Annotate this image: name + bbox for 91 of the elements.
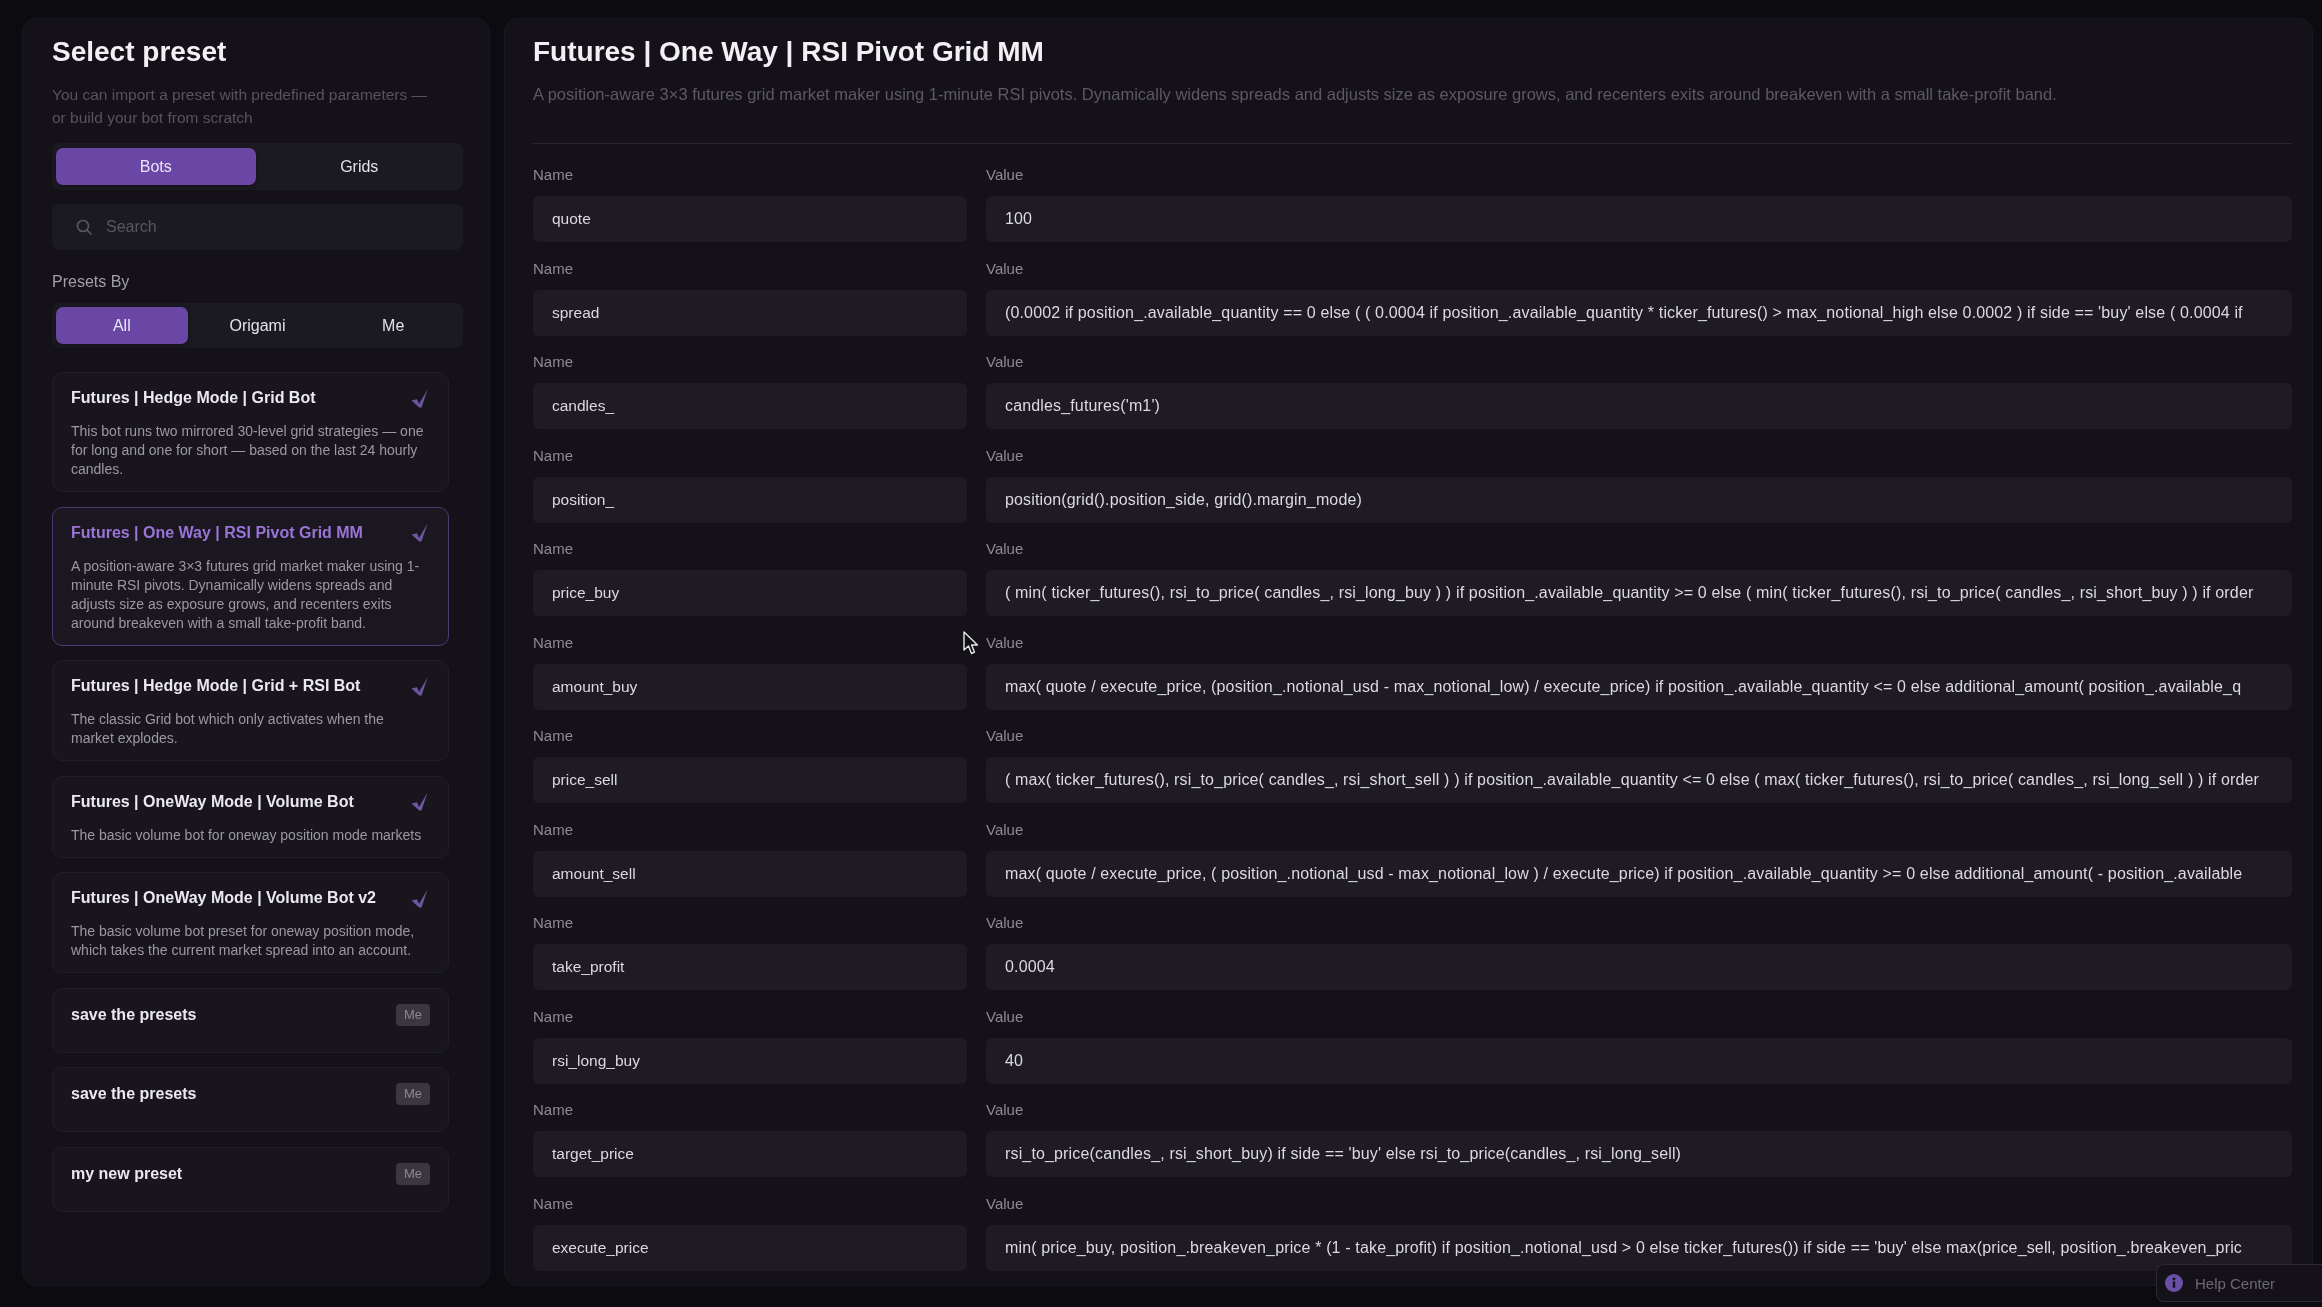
- preset-card[interactable]: Futures | Hedge Mode | Grid Bot This bot runs two mirrored 30-level grid strategies — one for long and one for short — based on the last 24 hourly candles.: [52, 372, 449, 492]
- value-field[interactable]: position(grid().position_side, grid().margin_mode): [986, 476, 2292, 523]
- name-label: Name: [533, 727, 573, 745]
- name-label: Name: [533, 1101, 573, 1119]
- preset-description: The basic volume bot preset for oneway position mode, which takes the current market spread into an account.: [71, 922, 416, 960]
- value-field[interactable]: min( price_buy, position_.breakeven_price * (1 - take_profit) if position_.notional_usd > 0 else ticker_futures()) if side == 'buy' else max(price_sell, position_.breakeven_pric: [986, 1224, 2292, 1271]
- preset-title: save the presets: [71, 1004, 197, 1025]
- check-icon: [411, 676, 428, 696]
- value-field[interactable]: ( min( ticker_futures(), rsi_to_price( candles_, rsi_long_buy ) ) if position_.available_quantity >= 0 else ( min( ticker_futures(), rsi_to_price( candles_, rsi_short_buy ) ) if order: [986, 570, 2292, 616]
- owner-tag: Me: [396, 1162, 430, 1185]
- sidebar-title: Select preset: [52, 35, 227, 69]
- search-icon: [76, 219, 92, 235]
- name-field[interactable]: price_sell: [533, 757, 967, 803]
- name-label: Name: [533, 446, 573, 465]
- preset-card[interactable]: save the presets Me: [52, 1067, 449, 1132]
- filter-tab[interactable]: Origami: [191, 307, 324, 344]
- value-label: Value: [986, 166, 1024, 184]
- name-label: Name: [533, 353, 573, 371]
- value-field[interactable]: max( quote / execute_price, ( position_.notional_usd - max_notional_low ) / execute_price) if position_.available_quantity >= 0 else additional_amount( - position_.available: [986, 850, 2292, 897]
- value-label: Value: [986, 1194, 1024, 1213]
- value-label: Value: [986, 820, 1024, 839]
- name-field[interactable]: price_buy: [533, 570, 967, 616]
- name-field[interactable]: quote: [533, 196, 967, 242]
- value-field[interactable]: candles_futures('m1'): [986, 383, 2292, 429]
- mouse-pointer-icon: [963, 631, 979, 655]
- name-field[interactable]: amount_sell: [533, 850, 967, 897]
- name-label: Name: [533, 166, 573, 184]
- preset-description: A position-aware 3×3 futures grid market maker using 1-minute RSI pivots. Dynamically widens spreads and adjusts size as exposure grows, and recenters exits around breakeven with a small take-profit band.: [71, 556, 421, 633]
- check-icon: [411, 388, 428, 408]
- preset-description: The classic Grid bot which only activates when the market explodes.: [71, 710, 385, 748]
- value-label: Value: [986, 353, 1024, 371]
- name-label: Name: [533, 914, 573, 932]
- filter-tab[interactable]: All: [56, 307, 188, 344]
- name-field[interactable]: spread: [533, 289, 967, 336]
- filter-tab[interactable]: Me: [327, 307, 459, 344]
- name-label: Name: [533, 633, 573, 652]
- check-icon: [411, 792, 428, 811]
- value-field[interactable]: rsi_to_price(candles_, rsi_short_buy) if side == 'buy' else rsi_to_price(candles_, rsi_long_sell): [986, 1131, 2292, 1177]
- sidebar-subtitle: You can import a preset with predefined parameters — or build your bot from scratch: [52, 85, 429, 128]
- type-tab[interactable]: Bots: [56, 148, 256, 185]
- name-field[interactable]: candles_: [533, 383, 967, 429]
- preset-card[interactable]: Futures | OneWay Mode | Volume Bot The basic volume bot for oneway position mode markets: [52, 775, 449, 858]
- preset-title: my new preset: [71, 1163, 183, 1184]
- value-label: Value: [986, 914, 1024, 932]
- value-field[interactable]: max( quote / execute_price, (position_.notional_usd - max_notional_low) / execute_price) if position_.available_quantity <= 0 else additional_amount( position_.available_q: [986, 663, 2292, 710]
- preset-title: save the presets: [71, 1084, 197, 1104]
- preset-title: Futures | Hedge Mode | Grid Bot: [71, 388, 316, 408]
- owner-tag: Me: [396, 1003, 430, 1026]
- value-label: Value: [986, 1007, 1024, 1026]
- value-label: Value: [986, 446, 1024, 465]
- name-field[interactable]: amount_buy: [533, 663, 967, 710]
- preset-title: Futures | OneWay Mode | Volume Bot v2: [71, 888, 376, 908]
- preset-description: The basic volume bot for oneway position mode markets: [71, 825, 423, 845]
- name-field[interactable]: take_profit: [533, 944, 967, 990]
- search-field[interactable]: Search: [52, 204, 463, 250]
- preset-card[interactable]: Futures | Hedge Mode | Grid + RSI Bot The classic Grid bot which only activates when the market explodes.: [52, 660, 449, 761]
- name-label: Name: [533, 1007, 573, 1026]
- preset-summary: A position-aware 3×3 futures grid market maker using 1-minute RSI pivots. Dynamically widens spreads and adjusts size as exposure grows, and recenters exits around breakeven with a small take-profit band.: [533, 84, 2058, 104]
- name-field[interactable]: target_price: [533, 1131, 967, 1177]
- check-icon: [411, 523, 428, 542]
- name-label: Name: [533, 259, 573, 278]
- check-icon: [411, 888, 428, 908]
- name-label: Name: [533, 1194, 573, 1213]
- value-field[interactable]: 40: [986, 1037, 2292, 1084]
- value-field[interactable]: (0.0002 if position_.available_quantity == 0 else ( ( 0.0004 if position_.available_quantity * ticker_futures() > max_notional_high else 0.0002 ) if side == 'buy' else ( 0.0004 if: [986, 289, 2292, 336]
- name-field[interactable]: position_: [533, 476, 967, 523]
- preset-card[interactable]: my new preset Me: [52, 1146, 449, 1212]
- name-label: Name: [533, 820, 573, 839]
- value-label: Value: [986, 633, 1024, 652]
- owner-tag: Me: [396, 1083, 430, 1105]
- preset-card[interactable]: Futures | OneWay Mode | Volume Bot v2 The basic volume bot preset for oneway position mode, which takes the current market spread into an account.: [52, 872, 449, 973]
- preset-card[interactable]: save the presets Me: [52, 987, 449, 1053]
- preset-card[interactable]: [52, 506, 449, 646]
- value-label: Value: [986, 540, 1024, 558]
- value-label: Value: [986, 259, 1024, 278]
- value-field[interactable]: ( max( ticker_futures(), rsi_to_price( candles_, rsi_short_sell ) ) if position_.available_quantity <= 0 else ( max( ticker_futures(), rsi_to_price( candles_, rsi_long_sell ) ) if order: [986, 757, 2292, 803]
- type-tab[interactable]: Grids: [259, 148, 459, 185]
- preset-heading: Futures | One Way | RSI Pivot Grid MM: [533, 35, 1044, 69]
- name-field[interactable]: execute_price: [533, 1224, 967, 1271]
- value-field[interactable]: 0.0004: [986, 944, 2292, 990]
- preset-description: This bot runs two mirrored 30-level grid strategies — one for long and one for short — based on the last 24 hourly candles.: [71, 422, 425, 479]
- preset-title: Futures | OneWay Mode | Volume Bot: [71, 791, 354, 812]
- name-field[interactable]: rsi_long_buy: [533, 1037, 967, 1084]
- value-label: Value: [986, 1101, 1024, 1119]
- value-label: Value: [986, 727, 1024, 745]
- info-icon: [2165, 1274, 2183, 1292]
- value-field[interactable]: 100: [986, 196, 2292, 242]
- preset-title: Futures | One Way | RSI Pivot Grid MM: [71, 522, 363, 543]
- preset-title: Futures | Hedge Mode | Grid + RSI Bot: [71, 676, 361, 696]
- name-label: Name: [533, 540, 573, 558]
- filter-label: Presets By: [52, 272, 130, 292]
